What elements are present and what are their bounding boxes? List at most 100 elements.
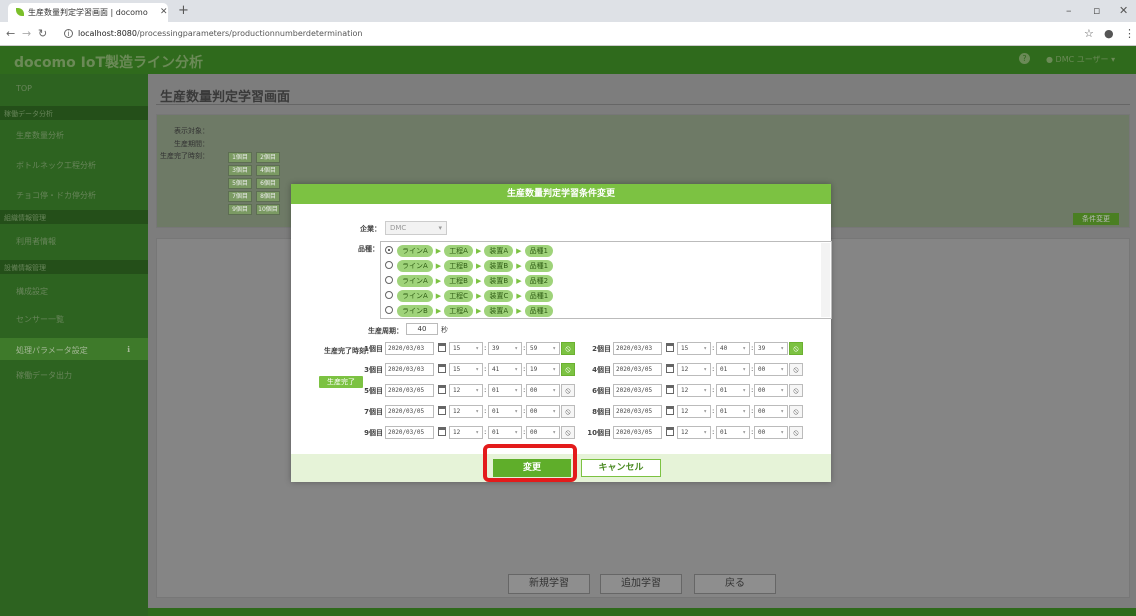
plus-icon[interactable]: + — [178, 3, 189, 18]
calendar-icon[interactable] — [438, 427, 446, 436]
date-input[interactable]: 2020/03/05 — [385, 426, 434, 439]
clock-icon[interactable]: ⦸ — [789, 342, 803, 355]
additional-learning-button[interactable]: 追加学習 — [600, 574, 682, 594]
minute-select[interactable]: 01 ▾ — [488, 384, 522, 397]
maximize-icon[interactable]: ▫ — [1093, 4, 1100, 17]
forward-arrow-icon[interactable]: → — [22, 27, 31, 40]
calendar-icon[interactable] — [438, 343, 446, 352]
close-icon[interactable]: ✕ — [160, 7, 168, 17]
kebab-menu-icon[interactable]: ⋮ — [1124, 27, 1135, 40]
second-select[interactable]: 00 ▾ — [526, 405, 560, 418]
date-input[interactable]: 2020/03/05 — [613, 363, 662, 376]
sidebar-item[interactable]: 稼働データ出力 — [0, 370, 148, 384]
product-option[interactable]: ラインA ▶ 工程B ▶ 装置B ▶ 品種1 — [385, 260, 554, 273]
new-learning-button[interactable]: 新規学習 — [508, 574, 590, 594]
minute-select[interactable]: 01 ▾ — [716, 384, 750, 397]
minute-select[interactable]: 01 ▾ — [716, 405, 750, 418]
date-input[interactable]: 2020/03/05 — [613, 405, 662, 418]
date-input[interactable]: 2020/03/05 — [613, 426, 662, 439]
minute-select[interactable]: 39 ▾ — [488, 342, 522, 355]
clock-icon[interactable]: ⦸ — [561, 426, 575, 439]
second-select[interactable]: 00 ▾ — [526, 384, 560, 397]
radio[interactable] — [385, 261, 393, 269]
clock-icon[interactable]: ⦸ — [789, 384, 803, 397]
second-select[interactable]: 19 ▾ — [526, 363, 560, 376]
clock-icon[interactable]: ⦸ — [789, 426, 803, 439]
minute-select[interactable]: 41 ▾ — [488, 363, 522, 376]
product-option[interactable]: ラインA ▶ 工程C ▶ 装置C ▶ 品種1 — [385, 290, 554, 303]
radio[interactable] — [385, 291, 393, 299]
product-option[interactable]: ラインB ▶ 工程A ▶ 装置A ▶ 品種1 — [385, 305, 554, 318]
hour-select[interactable]: 12 ▾ — [449, 384, 483, 397]
change-conditions-button[interactable]: 条件変更 — [1073, 213, 1119, 225]
product-option[interactable]: ラインA ▶ 工程B ▶ 装置B ▶ 品種2 — [385, 275, 554, 288]
radio-selected[interactable] — [385, 246, 393, 254]
browser-tab[interactable]: 生産数量判定学習画面 | docomo ✕ — [8, 3, 168, 22]
minimize-icon[interactable]: – — [1066, 4, 1072, 17]
calendar-icon[interactable] — [666, 427, 674, 436]
second-select[interactable]: 59 ▾ — [526, 342, 560, 355]
second-select[interactable]: 00 ▾ — [526, 426, 560, 439]
clock-icon[interactable]: ⦸ — [561, 405, 575, 418]
clock-icon[interactable]: ⦸ — [561, 384, 575, 397]
calendar-icon[interactable] — [438, 364, 446, 373]
minute-select[interactable]: 01 ▾ — [716, 363, 750, 376]
calendar-icon[interactable] — [666, 364, 674, 373]
clock-icon[interactable]: ⦸ — [789, 363, 803, 376]
back-arrow-icon[interactable]: ← — [6, 27, 15, 40]
hour-select[interactable]: 12 ▾ — [677, 405, 711, 418]
calendar-icon[interactable] — [438, 406, 446, 415]
calendar-icon[interactable] — [438, 385, 446, 394]
sidebar-item-active[interactable]: 処理パラメータ設定 ℹ — [0, 338, 148, 360]
hour-select[interactable]: 12 ▾ — [449, 426, 483, 439]
second-select[interactable]: 39 ▾ — [754, 342, 788, 355]
list-scrollbar[interactable] — [821, 243, 830, 317]
sidebar-item[interactable]: 構成設定 — [0, 286, 148, 300]
date-input[interactable]: 2020/03/05 — [385, 384, 434, 397]
star-icon[interactable]: ☆ — [1084, 27, 1094, 40]
sidebar-item[interactable]: チョコ停・ドカ停分析 — [0, 190, 148, 204]
sidebar-item[interactable]: ボトルネック工程分析 — [0, 160, 148, 174]
minute-select[interactable]: 01 ▾ — [488, 426, 522, 439]
second-select[interactable]: 00 ▾ — [754, 405, 788, 418]
help-icon[interactable]: ? — [1019, 53, 1030, 64]
company-select[interactable]: DMC ▾ — [385, 221, 447, 235]
cycle-input[interactable]: 40 — [406, 323, 438, 335]
calendar-icon[interactable] — [666, 385, 674, 394]
hour-select[interactable]: 15 ▾ — [449, 363, 483, 376]
sidebar-item[interactable]: センサー一覧 — [0, 314, 148, 328]
sidebar-item-top[interactable]: TOP — [0, 84, 148, 98]
hour-select[interactable]: 15 ▾ — [449, 342, 483, 355]
user-menu[interactable]: ● DMC ユーザー ▾ — [1046, 54, 1115, 65]
clock-icon[interactable]: ⦸ — [789, 405, 803, 418]
radio[interactable] — [385, 306, 393, 314]
hour-select[interactable]: 12 ▾ — [677, 384, 711, 397]
clock-icon[interactable]: ⦸ — [561, 363, 575, 376]
window-close-icon[interactable]: ✕ — [1119, 4, 1128, 17]
back-button[interactable]: 戻る — [694, 574, 776, 594]
date-input[interactable]: 2020/03/05 — [613, 384, 662, 397]
date-input[interactable]: 2020/03/03 — [613, 342, 662, 355]
date-input[interactable]: 2020/03/03 — [385, 342, 434, 355]
second-select[interactable]: 00 ▾ — [754, 384, 788, 397]
url-field[interactable]: i localhost:8080/processingparameters/pro… — [56, 26, 1096, 43]
reload-icon[interactable]: ↻ — [38, 27, 47, 40]
minute-select[interactable]: 40 ▾ — [716, 342, 750, 355]
minute-select[interactable]: 01 ▾ — [716, 426, 750, 439]
hour-select[interactable]: 12 ▾ — [677, 426, 711, 439]
cancel-button[interactable]: キャンセル — [581, 459, 661, 477]
account-icon[interactable]: ● — [1104, 27, 1114, 40]
hour-select[interactable]: 12 ▾ — [677, 363, 711, 376]
radio[interactable] — [385, 276, 393, 284]
sidebar-item[interactable]: 生産数量分析 — [0, 130, 148, 144]
date-input[interactable]: 2020/03/05 — [385, 405, 434, 418]
sidebar-item[interactable]: 利用者情報 — [0, 236, 148, 250]
date-input[interactable]: 2020/03/03 — [385, 363, 434, 376]
hour-select[interactable]: 12 ▾ — [449, 405, 483, 418]
clock-icon[interactable]: ⦸ — [561, 342, 575, 355]
second-select[interactable]: 00 ▾ — [754, 426, 788, 439]
calendar-icon[interactable] — [666, 406, 674, 415]
product-option[interactable]: ラインA ▶ 工程A ▶ 装置A ▶ 品種1 — [385, 245, 554, 258]
calendar-icon[interactable] — [666, 343, 674, 352]
minute-select[interactable]: 01 ▾ — [488, 405, 522, 418]
